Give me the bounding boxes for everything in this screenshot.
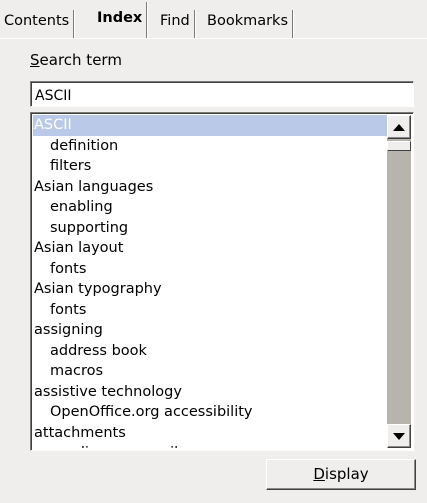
help-index-panel: Contents Index Find Bookmarks Search ter… bbox=[0, 0, 427, 503]
search-term-label-text: earch term bbox=[39, 51, 122, 69]
tab-bookmarks[interactable]: Bookmarks bbox=[203, 8, 295, 38]
list-item[interactable]: sending as e-mail bbox=[33, 443, 387, 448]
index-list[interactable]: ASCII definition filters Asian languages ena… bbox=[30, 112, 414, 451]
search-input[interactable] bbox=[30, 81, 414, 107]
tab-find[interactable]: Find bbox=[156, 8, 196, 38]
list-item[interactable]: fonts bbox=[33, 300, 387, 321]
arrow-up-icon bbox=[393, 123, 405, 131]
list-item[interactable]: Asian typography bbox=[33, 279, 387, 300]
index-list-items: ASCII definition filters Asian languages ena… bbox=[33, 115, 387, 448]
arrow-down-icon bbox=[393, 432, 405, 440]
tab-bar: Contents Index Find Bookmarks bbox=[0, 2, 427, 38]
list-item[interactable]: address book bbox=[33, 341, 387, 362]
scroll-down-button[interactable] bbox=[387, 424, 411, 448]
search-term-mnemonic: S bbox=[30, 51, 40, 69]
tab-contents-label: Contents bbox=[4, 13, 70, 29]
display-button-label: isplay bbox=[324, 465, 369, 483]
scroll-up-button[interactable] bbox=[387, 115, 411, 139]
tab-index[interactable]: Index bbox=[93, 2, 149, 38]
list-item[interactable]: OpenOffice.org accessibility bbox=[33, 402, 387, 423]
list-item[interactable]: macros bbox=[33, 361, 387, 382]
tab-index-label: Index bbox=[97, 10, 143, 26]
tab-bookmarks-label: Bookmarks bbox=[207, 13, 289, 29]
index-list-scrollbar[interactable] bbox=[387, 115, 411, 448]
display-button[interactable]: Display bbox=[266, 459, 416, 490]
list-item[interactable]: filters bbox=[33, 156, 387, 177]
search-term-label: Search term bbox=[30, 51, 122, 69]
tab-panel-border bbox=[0, 38, 427, 39]
list-item[interactable]: attachments bbox=[33, 423, 387, 444]
list-item[interactable]: enabling bbox=[33, 197, 387, 218]
list-item[interactable]: definition bbox=[33, 136, 387, 157]
list-item[interactable]: ASCII bbox=[33, 115, 387, 136]
tab-contents[interactable]: Contents bbox=[0, 8, 76, 38]
list-item[interactable]: assigning bbox=[33, 320, 387, 341]
list-item[interactable]: supporting bbox=[33, 218, 387, 239]
list-item[interactable]: fonts bbox=[33, 259, 387, 280]
display-button-mnemonic: D bbox=[313, 465, 325, 483]
scroll-thumb[interactable] bbox=[387, 141, 411, 151]
list-item[interactable]: Asian layout bbox=[33, 238, 387, 259]
list-item[interactable]: Asian languages bbox=[33, 177, 387, 198]
list-item[interactable]: assistive technology bbox=[33, 382, 387, 403]
tab-find-label: Find bbox=[160, 13, 190, 29]
